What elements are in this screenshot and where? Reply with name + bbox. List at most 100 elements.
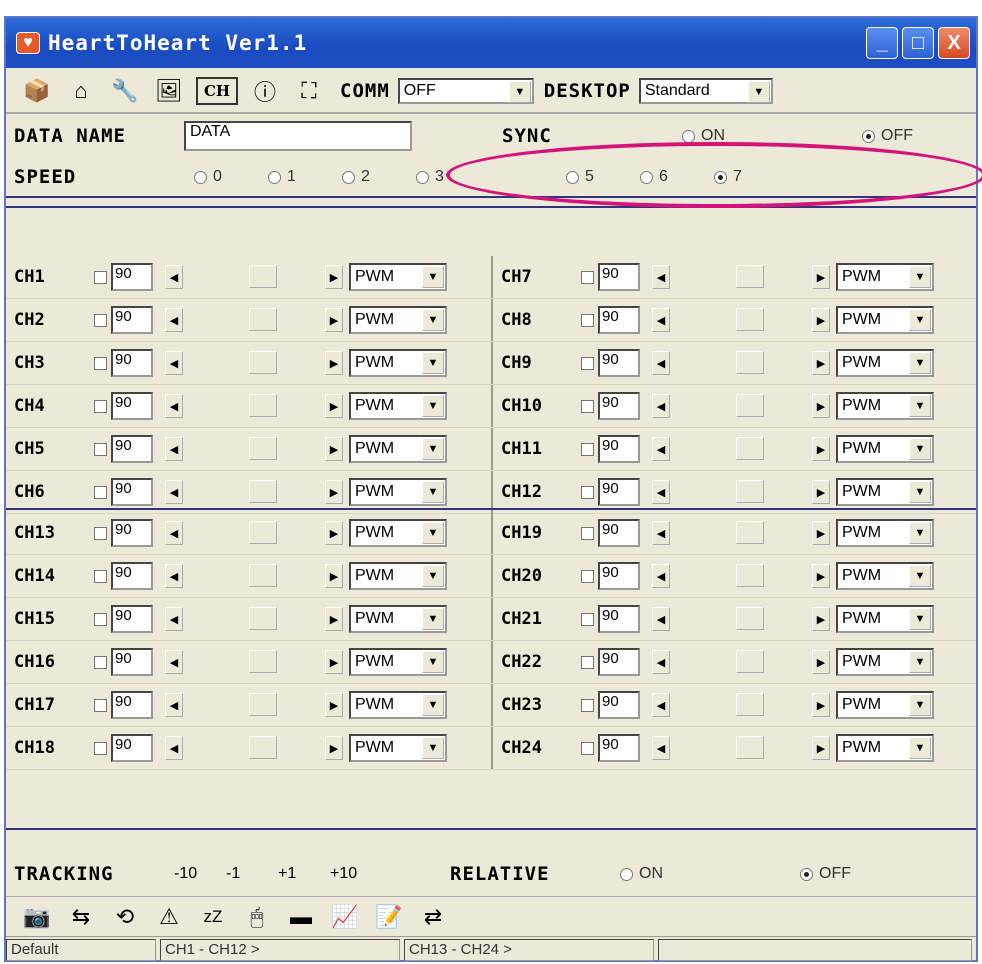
channel-mode-select[interactable]: PWM ▼ [349, 263, 447, 291]
arrow-left-icon[interactable]: ◀ [652, 437, 670, 461]
channel-checkbox[interactable] [581, 442, 594, 456]
arrow-left-icon[interactable]: ◀ [652, 480, 670, 504]
arrow-left-icon[interactable]: ◀ [652, 308, 670, 332]
export-icon[interactable]: ⇄ [416, 902, 450, 932]
arrow-left-icon[interactable]: ◀ [165, 480, 183, 504]
slider-track[interactable] [670, 521, 812, 545]
edit-icon[interactable]: 📝 [372, 902, 406, 932]
channel-value-input[interactable]: 90 [111, 605, 153, 633]
channel-mode-select[interactable]: PWM ▼ [836, 648, 934, 676]
channel-mode-select[interactable]: PWM ▼ [836, 435, 934, 463]
channel-checkbox[interactable] [581, 569, 594, 583]
speed-1-radio[interactable]: 1 [268, 168, 342, 186]
slider-track[interactable] [183, 564, 325, 588]
slider-track[interactable] [670, 351, 812, 375]
slider-track[interactable] [670, 394, 812, 418]
slider-track[interactable] [670, 607, 812, 631]
arrow-left-icon[interactable]: ◀ [652, 351, 670, 375]
robot-icon[interactable]: 🖼 [152, 76, 186, 106]
arrow-right-icon[interactable]: ▶ [325, 265, 343, 289]
arrow-right-icon[interactable]: ▶ [812, 394, 830, 418]
channel-slider[interactable]: ◀ ▶ [165, 563, 343, 589]
channel-checkbox[interactable] [94, 612, 107, 626]
channel-slider[interactable]: ◀ ▶ [165, 735, 343, 761]
channel-mode-select[interactable]: PWM ▼ [836, 478, 934, 506]
channel-slider[interactable]: ◀ ▶ [652, 735, 830, 761]
arrow-right-icon[interactable]: ▶ [812, 308, 830, 332]
channel-checkbox[interactable] [581, 655, 594, 669]
slider-thumb[interactable] [736, 351, 764, 374]
channel-checkbox[interactable] [581, 399, 594, 413]
channel-checkbox[interactable] [94, 526, 107, 540]
mouse-icon[interactable]: 🖱 [240, 902, 274, 932]
channel-checkbox[interactable] [94, 270, 107, 284]
channel-checkbox[interactable] [94, 698, 107, 712]
sync-icon[interactable]: ⟲ [108, 902, 142, 932]
speed-2-radio[interactable]: 2 [342, 168, 416, 186]
slider-track[interactable] [670, 308, 812, 332]
channel-value-input[interactable]: 90 [111, 392, 153, 420]
arrow-right-icon[interactable]: ▶ [325, 693, 343, 717]
slider-track[interactable] [183, 521, 325, 545]
arrow-right-icon[interactable]: ▶ [812, 437, 830, 461]
channel-slider[interactable]: ◀ ▶ [652, 520, 830, 546]
channel-value-input[interactable]: 90 [598, 691, 640, 719]
arrow-left-icon[interactable]: ◀ [652, 521, 670, 545]
channel-value-input[interactable]: 90 [598, 519, 640, 547]
channel-slider[interactable]: ◀ ▶ [652, 479, 830, 505]
arrow-left-icon[interactable]: ◀ [652, 394, 670, 418]
arrow-right-icon[interactable]: ▶ [812, 736, 830, 760]
channel-value-input[interactable]: 90 [598, 306, 640, 334]
arrow-left-icon[interactable]: ◀ [652, 736, 670, 760]
channel-mode-select[interactable]: PWM ▼ [836, 605, 934, 633]
arrow-left-icon[interactable]: ◀ [652, 265, 670, 289]
camera-icon[interactable]: 📷 [20, 902, 54, 932]
arrow-left-icon[interactable]: ◀ [165, 736, 183, 760]
channel-slider[interactable]: ◀ ▶ [165, 479, 343, 505]
slider-track[interactable] [183, 480, 325, 504]
channel-slider[interactable]: ◀ ▶ [165, 692, 343, 718]
arrow-right-icon[interactable]: ▶ [325, 308, 343, 332]
sync-off-radio[interactable]: OFF [862, 127, 913, 145]
slider-thumb[interactable] [736, 693, 764, 716]
slider-thumb[interactable] [249, 521, 277, 544]
slider-thumb[interactable] [249, 394, 277, 417]
arrow-left-icon[interactable]: ◀ [165, 521, 183, 545]
arrow-right-icon[interactable]: ▶ [325, 607, 343, 631]
channel-checkbox[interactable] [94, 741, 107, 755]
arrow-right-icon[interactable]: ▶ [325, 351, 343, 375]
channel-checkbox[interactable] [581, 698, 594, 712]
channel-mode-select[interactable]: PWM ▼ [349, 478, 447, 506]
arrow-left-icon[interactable]: ◀ [652, 693, 670, 717]
arrow-right-icon[interactable]: ▶ [812, 564, 830, 588]
channel-slider[interactable]: ◀ ▶ [652, 436, 830, 462]
channel-mode-select[interactable]: PWM ▼ [349, 605, 447, 633]
channel-slider[interactable]: ◀ ▶ [165, 264, 343, 290]
slider-track[interactable] [670, 437, 812, 461]
channel-value-input[interactable]: 90 [598, 562, 640, 590]
arrow-left-icon[interactable]: ◀ [652, 564, 670, 588]
maximize-button[interactable]: □ [902, 27, 934, 59]
relative-on-radio[interactable]: ON [620, 865, 800, 883]
channel-value-input[interactable]: 90 [598, 263, 640, 291]
slider-track[interactable] [670, 650, 812, 674]
relative-off-radio[interactable]: OFF [800, 865, 851, 883]
arrow-left-icon[interactable]: ◀ [652, 650, 670, 674]
arrow-right-icon[interactable]: ▶ [325, 394, 343, 418]
channel-checkbox[interactable] [94, 399, 107, 413]
arrow-left-icon[interactable]: ◀ [165, 650, 183, 674]
slider-thumb[interactable] [249, 693, 277, 716]
channel-value-input[interactable]: 90 [598, 648, 640, 676]
channel-slider[interactable]: ◀ ▶ [652, 350, 830, 376]
chart-icon[interactable]: 📈 [328, 902, 362, 932]
channel-slider[interactable]: ◀ ▶ [165, 649, 343, 675]
channel-checkbox[interactable] [581, 270, 594, 284]
tracking-minus1-button[interactable]: -1 [226, 865, 278, 883]
slider-track[interactable] [670, 736, 812, 760]
channel-slider[interactable]: ◀ ▶ [165, 393, 343, 419]
channel-mode-select[interactable]: PWM ▼ [349, 306, 447, 334]
channel-value-input[interactable]: 90 [111, 435, 153, 463]
slider-thumb[interactable] [249, 308, 277, 331]
channel-checkbox[interactable] [94, 569, 107, 583]
channel-value-input[interactable]: 90 [111, 478, 153, 506]
